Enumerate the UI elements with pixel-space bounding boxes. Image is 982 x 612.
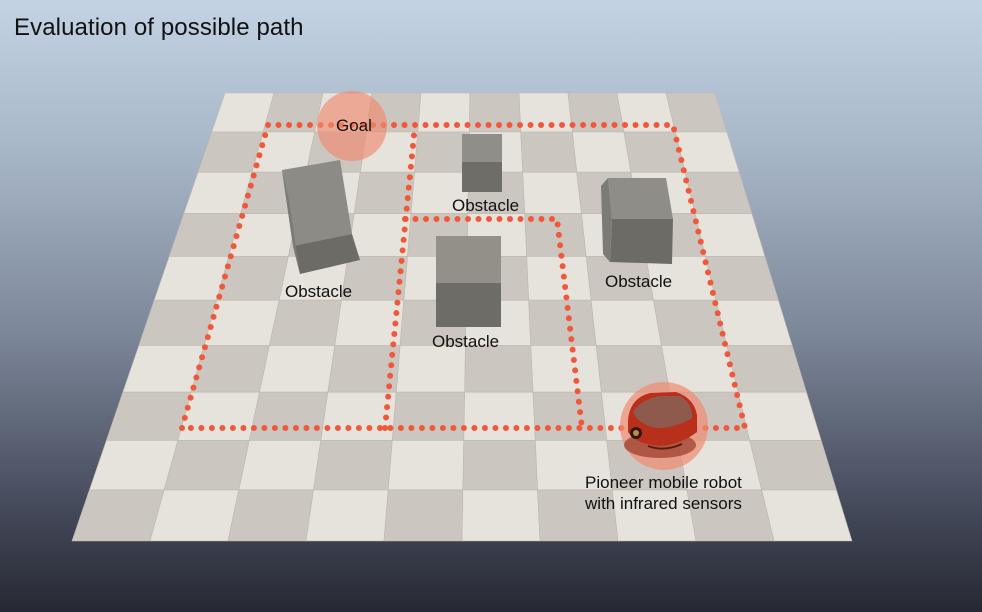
floor-tile (395, 345, 466, 393)
obstacle-label-top: Obstacle (452, 196, 520, 215)
simulation-scene: Evaluation of possible path Goal Obstacl… (0, 0, 982, 612)
floor-tile (383, 489, 464, 542)
obstacle-block-right (601, 178, 673, 264)
floor-tile (520, 131, 578, 173)
robot-label-line2: with infrared sensors (585, 494, 742, 513)
floor-tile (526, 255, 592, 301)
goal-label: Goal (336, 116, 372, 135)
obstacle-block-center (436, 236, 501, 327)
floor-tile (183, 171, 253, 214)
floor-tile (305, 489, 389, 542)
floor-tile (684, 171, 753, 214)
floor-tile (726, 345, 807, 393)
robot-label-line1: Pioneer mobile robot (585, 473, 742, 492)
floor-tile (761, 489, 853, 542)
floor-tile (462, 439, 538, 491)
floor-tile (88, 439, 179, 491)
floor-tile (238, 439, 322, 491)
floor-tile (590, 299, 662, 346)
floor-tile (248, 391, 329, 441)
floor-tile (262, 92, 324, 133)
floor-tile (71, 489, 165, 542)
floor-tile (675, 131, 740, 173)
floor-tile (522, 171, 582, 214)
pioneer-robot (620, 382, 708, 470)
floor-tile (464, 345, 534, 393)
floor-tile (105, 391, 192, 441)
robot-label: Pioneer mobile robot with infrared senso… (585, 472, 742, 514)
floor-tile (313, 439, 393, 491)
floor-tile (461, 489, 541, 542)
floor-tile (149, 489, 240, 542)
scene-diagram (71, 91, 853, 542)
floor-tile (168, 213, 241, 257)
obstacle-label-center: Obstacle (432, 332, 500, 351)
floor-tile (163, 439, 250, 491)
floor-tile (153, 255, 230, 301)
floor-tile (391, 391, 466, 441)
floor-tile (737, 391, 822, 441)
floor-tile (387, 439, 465, 491)
floor-tile (269, 299, 342, 346)
floor-tile (259, 345, 336, 393)
floor-tile (227, 489, 314, 542)
obstacle-block-top (462, 134, 502, 192)
floor-tile (463, 391, 536, 441)
floor-tile (715, 299, 793, 346)
floor-tile (414, 131, 470, 173)
floor-tile (653, 299, 728, 346)
floor-tile (705, 255, 779, 301)
floor-tile (694, 213, 766, 257)
floor-tile (572, 131, 632, 173)
floor-tile (190, 345, 270, 393)
obstacle-label-left: Obstacle (285, 282, 353, 301)
obstacle-label-right: Obstacle (605, 272, 673, 291)
floor-tile (197, 131, 264, 173)
floor-tile (749, 439, 837, 491)
floor-tile (524, 213, 587, 257)
floor-tile (530, 345, 602, 393)
floor-tile (532, 391, 608, 441)
floor-tile (665, 92, 728, 133)
floor-tile (138, 299, 217, 346)
floor-tile (528, 299, 597, 346)
